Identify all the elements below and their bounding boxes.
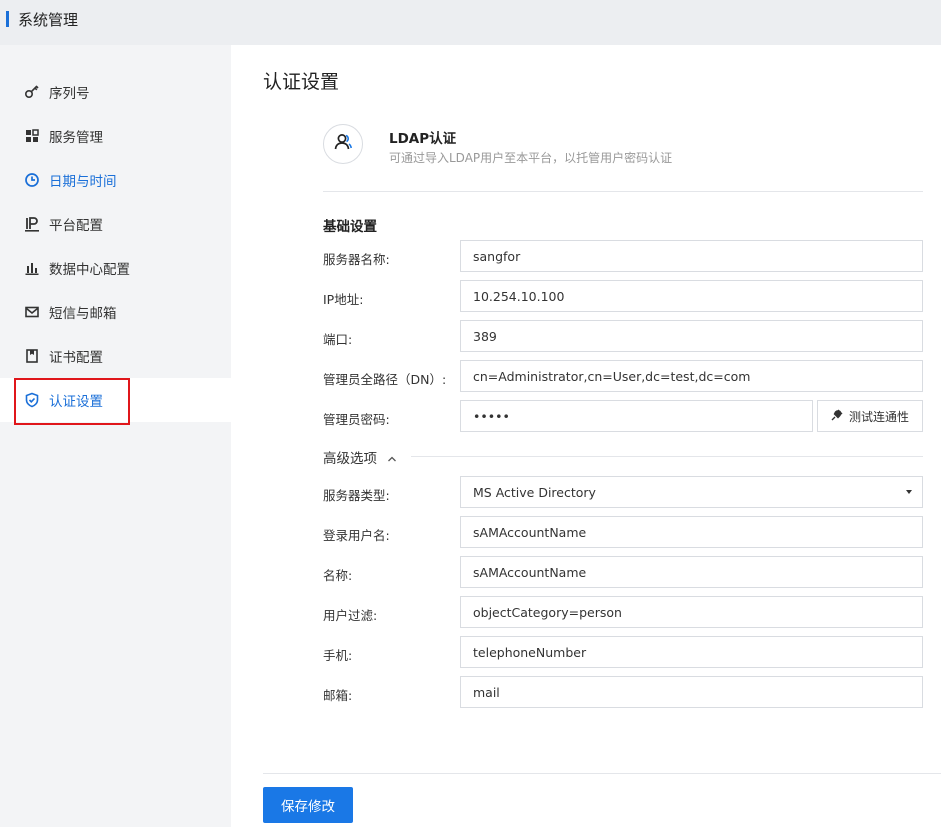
user-filter-label: 用户过滤: [323, 608, 378, 623]
sidebar-item-label: 证书配置 [49, 350, 103, 366]
sidebar-item-datetime[interactable]: 日期与时间 [0, 158, 231, 202]
ip-address-input[interactable]: 10.254.10.100 [460, 280, 923, 312]
sidebar-item-datacenter[interactable]: 数据中心配置 [0, 246, 231, 290]
login-username-label: 登录用户名: [323, 528, 390, 543]
admin-password-input[interactable]: ••••• [460, 400, 813, 432]
grid-icon [24, 128, 40, 144]
sidebar-item-label: 服务管理 [49, 130, 103, 146]
divider [323, 191, 923, 192]
page-title: 认证设置 [263, 71, 340, 93]
server-type-value: MS Active Directory [473, 484, 596, 500]
plug-icon [831, 409, 849, 424]
mail-icon [24, 304, 40, 320]
certificate-icon [24, 348, 40, 364]
sidebar-item-label: 短信与邮箱 [49, 306, 117, 322]
email-label: 邮箱: [323, 688, 353, 703]
title-accent-bar [6, 11, 9, 27]
sidebar-item-label: 数据中心配置 [49, 262, 130, 278]
phone-input[interactable]: telephoneNumber [460, 636, 923, 668]
users-icon [332, 131, 354, 157]
ip-icon [24, 216, 40, 232]
sidebar-item-platform[interactable]: 平台配置 [0, 202, 231, 246]
advanced-options-title: 高级选项 [323, 451, 377, 467]
name-input[interactable]: sAMAccountName [460, 556, 923, 588]
advanced-options-toggle[interactable]: 高级选项 [323, 447, 923, 467]
login-username-input[interactable]: sAMAccountName [460, 516, 923, 548]
admin-password-label: 管理员密码: [323, 412, 390, 427]
basic-settings-title: 基础设置 [323, 219, 377, 235]
bar-chart-icon [24, 260, 40, 276]
caret-down-icon [906, 490, 912, 494]
phone-label: 手机: [323, 648, 353, 663]
sidebar-item-sms-mail[interactable]: 短信与邮箱 [0, 290, 231, 334]
sidebar: 序列号 服务管理 日期与时间 平台配置 数据中心配置 短信与邮箱 证书配置 认证… [0, 45, 231, 827]
save-button[interactable]: 保存修改 [263, 787, 353, 823]
ip-address-label: IP地址: [323, 292, 364, 307]
sidebar-item-services[interactable]: 服务管理 [0, 114, 231, 158]
port-label: 端口: [323, 332, 353, 347]
port-input[interactable]: 389 [460, 320, 923, 352]
page-section-title: 系统管理 [18, 11, 79, 29]
user-filter-input[interactable]: objectCategory=person [460, 596, 923, 628]
server-name-label: 服务器名称: [323, 252, 390, 267]
key-icon [24, 84, 40, 100]
server-name-input[interactable]: sangfor [460, 240, 923, 272]
sidebar-item-certificate[interactable]: 证书配置 [0, 334, 231, 378]
admin-dn-label: 管理员全路径（DN）: [323, 372, 447, 387]
email-input[interactable]: mail [460, 676, 923, 708]
ldap-avatar [323, 124, 363, 164]
highlight-annotation-box [14, 378, 130, 425]
clock-icon [24, 172, 40, 188]
main-panel: 认证设置 LDAP认证 可通过导入LDAP用户至本平台，以托管用户密码认证 基础… [231, 45, 941, 827]
ldap-description: 可通过导入LDAP用户至本平台，以托管用户密码认证 [389, 151, 673, 165]
server-type-select[interactable]: MS Active Directory [460, 476, 923, 508]
sidebar-item-label: 日期与时间 [49, 174, 117, 190]
sidebar-item-label: 序列号 [49, 86, 90, 102]
admin-dn-input[interactable]: cn=Administrator,cn=User,dc=test,dc=com [460, 360, 923, 392]
name-label: 名称: [323, 568, 353, 583]
ldap-title: LDAP认证 [389, 131, 457, 147]
top-header: 系统管理 [0, 0, 941, 45]
sidebar-item-label: 平台配置 [49, 218, 103, 234]
test-connection-button[interactable]: 测试连通性 [817, 400, 923, 432]
divider [411, 456, 923, 457]
chevron-up-icon [387, 452, 397, 467]
test-connection-label: 测试连通性 [848, 409, 909, 424]
server-type-label: 服务器类型: [323, 488, 390, 503]
sidebar-item-serial[interactable]: 序列号 [0, 70, 231, 114]
footer-divider [263, 773, 941, 774]
